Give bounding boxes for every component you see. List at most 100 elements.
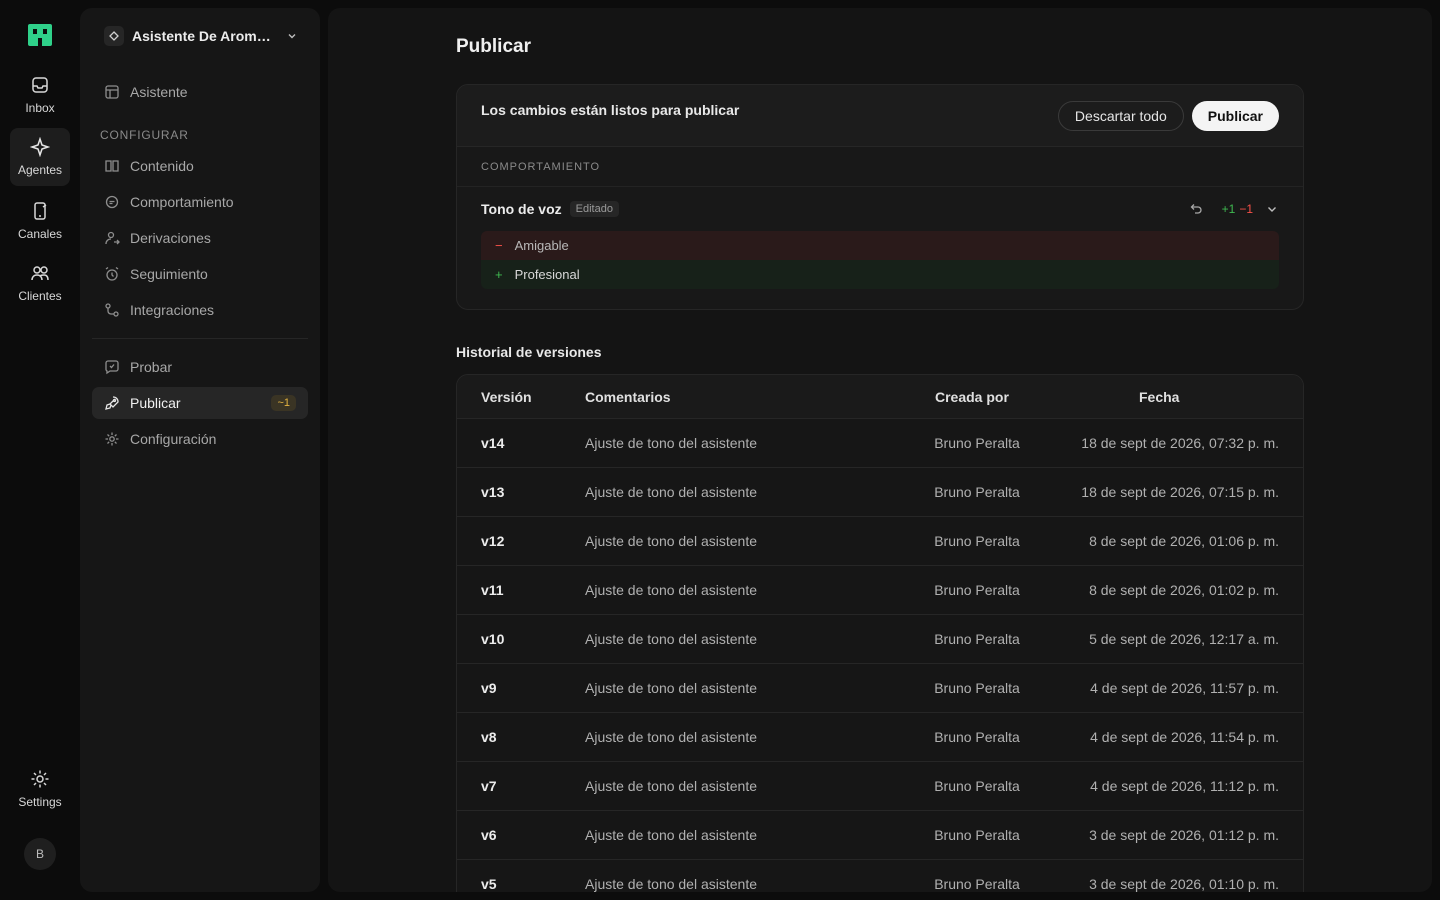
- panel-divider: [92, 338, 308, 339]
- gear-icon: [31, 770, 49, 788]
- date-cell: 4 de sept de 2026, 11:57 p. m.: [1090, 680, 1279, 696]
- comment-cell: Ajuste de tono del asistente: [585, 827, 758, 843]
- nav-item-comportamiento[interactable]: Comportamiento: [92, 186, 308, 218]
- nav-item-publicar[interactable]: Publicar ~1: [92, 387, 308, 419]
- added-value: Profesional: [514, 267, 580, 282]
- nav-label-seguimiento: Seguimiento: [130, 266, 208, 282]
- settings-icon: [105, 432, 119, 446]
- table-row[interactable]: v10 Ajuste de tono del asistente Bruno Per…: [457, 615, 1303, 664]
- comment-cell: Ajuste de tono del asistente: [585, 631, 758, 647]
- rail-item-inbox[interactable]: Inbox: [10, 66, 70, 124]
- comment-cell: Ajuste de tono del asistente: [585, 876, 758, 892]
- layout-icon: [105, 85, 119, 99]
- date-cell: 8 de sept de 2026, 01:06 p. m.: [1089, 533, 1279, 549]
- diff-line-removed: − Amigable: [481, 231, 1279, 260]
- agent-name: Asistente De Aromaterapia: [132, 28, 278, 44]
- version-history-table: Versión Comentarios Creada por Fecha v14…: [456, 374, 1304, 892]
- rail-label-inbox: Inbox: [25, 101, 55, 115]
- comment-cell: Ajuste de tono del asistente: [585, 435, 758, 451]
- date-cell: 3 de sept de 2026, 01:10 p. m.: [1089, 876, 1279, 892]
- agent-selector[interactable]: Asistente De Aromaterapia: [92, 22, 308, 50]
- nav-item-derivaciones[interactable]: Derivaciones: [92, 222, 308, 254]
- date-cell: 18 de sept de 2026, 07:32 p. m.: [1081, 435, 1279, 451]
- rail-label-canales: Canales: [17, 227, 63, 241]
- integration-icon: [105, 303, 119, 317]
- version-cell: v12: [481, 533, 505, 549]
- edited-badge: Editado: [569, 201, 619, 217]
- changed-field-row[interactable]: Tono de voz Editado +1 −1: [457, 187, 1303, 231]
- created-by-cell: Bruno Peralta: [934, 778, 1020, 794]
- alarm-icon: [105, 266, 119, 281]
- table-row[interactable]: v6 Ajuste de tono del asistente Bruno Pera…: [457, 811, 1303, 860]
- main-content: Publicar Los cambios están listos para p…: [328, 8, 1432, 892]
- user-handoff-icon: [105, 231, 120, 245]
- date-cell: 5 de sept de 2026, 12:17 a. m.: [1089, 631, 1279, 647]
- table-row[interactable]: v5 Ajuste de tono del asistente Bruno Pera…: [457, 860, 1303, 892]
- created-by-cell: Bruno Peralta: [934, 533, 1020, 549]
- nav-item-contenido[interactable]: Contenido: [92, 150, 308, 182]
- nav-label-publicar: Publicar: [130, 395, 181, 411]
- diff-line-added: + Profesional: [481, 260, 1279, 289]
- app-rail: Inbox Agentes Canales Clientes Settings …: [0, 0, 80, 900]
- nav-label-integraciones: Integraciones: [130, 302, 215, 318]
- table-row[interactable]: v8 Ajuste de tono del asistente Bruno Pera…: [457, 713, 1303, 762]
- minus-icon: −: [495, 238, 503, 253]
- page-title: Publicar: [456, 36, 531, 57]
- removed-value: Amigable: [514, 238, 569, 253]
- nav-item-seguimiento[interactable]: Seguimiento: [92, 258, 308, 290]
- version-cell: v7: [481, 778, 497, 794]
- nav-item-asistente[interactable]: Asistente: [92, 76, 308, 108]
- app-logo-icon[interactable]: [28, 24, 52, 46]
- nav-label-comportamiento: Comportamiento: [130, 194, 234, 210]
- version-cell: v13: [481, 484, 505, 500]
- rail-item-clientes[interactable]: Clientes: [10, 254, 70, 312]
- table-row[interactable]: v7 Ajuste de tono del asistente Bruno Pera…: [457, 762, 1303, 811]
- date-cell: 4 de sept de 2026, 11:54 p. m.: [1090, 729, 1279, 745]
- phone-icon: [34, 202, 47, 220]
- version-cell: v14: [481, 435, 505, 451]
- chat-icon: [105, 195, 119, 209]
- nav-label-derivaciones: Derivaciones: [130, 230, 211, 246]
- created-by-cell: Bruno Peralta: [934, 484, 1020, 500]
- rail-item-canales[interactable]: Canales: [10, 192, 70, 250]
- nav-item-integraciones[interactable]: Integraciones: [92, 294, 308, 326]
- created-by-cell: Bruno Peralta: [934, 582, 1020, 598]
- date-cell: 18 de sept de 2026, 07:15 p. m.: [1081, 484, 1279, 500]
- version-cell: v5: [481, 876, 497, 892]
- date-cell: 4 de sept de 2026, 11:12 p. m.: [1090, 778, 1279, 794]
- table-row[interactable]: v13 Ajuste de tono del asistente Bruno Per…: [457, 468, 1303, 517]
- field-name: Tono de voz: [481, 201, 562, 217]
- discard-all-button[interactable]: Descartar todo: [1057, 100, 1184, 131]
- publish-button[interactable]: Publicar: [1191, 100, 1279, 131]
- agent-badge-icon: [104, 26, 124, 46]
- history-title: Historial de versiones: [456, 344, 602, 360]
- section-label-configurar: CONFIGURAR: [100, 128, 189, 142]
- created-by-cell: Bruno Peralta: [934, 876, 1020, 892]
- nav-item-configuracion[interactable]: Configuración: [92, 423, 308, 455]
- table-row[interactable]: v14 Ajuste de tono del asistente Bruno Per…: [457, 419, 1303, 468]
- version-cell: v6: [481, 827, 497, 843]
- diff-count: +1 −1: [1222, 202, 1253, 216]
- undo-icon[interactable]: [1188, 201, 1204, 217]
- table-row[interactable]: v9 Ajuste de tono del asistente Bruno Pera…: [457, 664, 1303, 713]
- comment-cell: Ajuste de tono del asistente: [585, 484, 758, 500]
- table-header: Versión Comentarios Creada por Fecha: [457, 375, 1303, 419]
- plus-icon: +: [495, 267, 503, 282]
- rail-item-agentes[interactable]: Agentes: [10, 128, 70, 186]
- diff-add-count: +1: [1221, 202, 1236, 216]
- nav-item-probar[interactable]: Probar: [92, 351, 308, 383]
- category-label: COMPORTAMIENTO: [457, 147, 1303, 187]
- book-icon: [105, 160, 119, 172]
- chevron-down-icon[interactable]: [1265, 202, 1279, 216]
- nav-label-probar: Probar: [130, 359, 173, 375]
- table-row[interactable]: v12 Ajuste de tono del asistente Bruno Per…: [457, 517, 1303, 566]
- table-row[interactable]: v11 Ajuste de tono del asistente Bruno Per…: [457, 566, 1303, 615]
- rail-label-clientes: Clientes: [18, 289, 62, 303]
- rail-label-agentes: Agentes: [17, 163, 63, 177]
- rail-item-settings[interactable]: Settings: [10, 760, 70, 818]
- pending-changes-card: Los cambios están listos para publicar D…: [456, 84, 1304, 310]
- test-chat-icon: [105, 360, 119, 375]
- agent-panel: Asistente De Aromaterapia Asistente CONF…: [80, 8, 320, 892]
- user-avatar[interactable]: B: [24, 838, 56, 870]
- version-cell: v8: [481, 729, 497, 745]
